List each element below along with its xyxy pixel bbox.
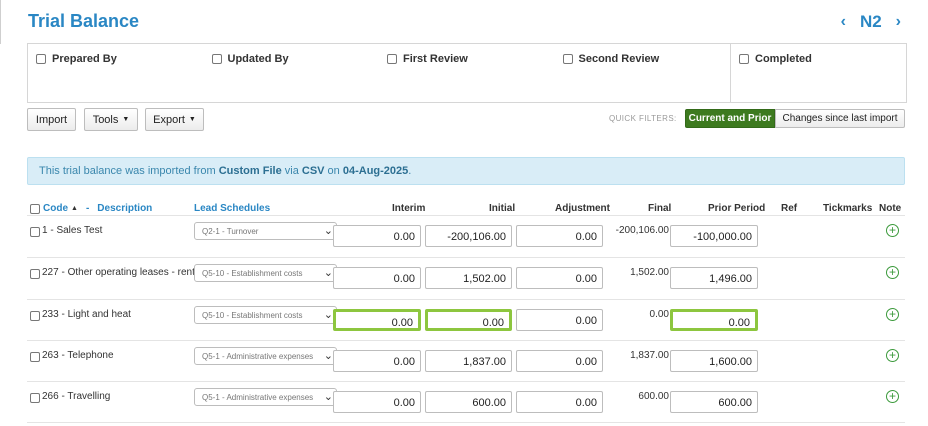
add-note-icon[interactable]: +: [886, 266, 899, 279]
initial-input[interactable]: 1,837.00: [425, 350, 512, 372]
table-row: 227 - Other operating leases - rent Q5-1…: [27, 257, 905, 299]
lead-schedule-select[interactable]: Q2-1 - Turnover ⌄: [194, 222, 337, 240]
initial-input[interactable]: 600.00: [425, 391, 512, 413]
table-row: 1 - Sales Test Q2-1 - Turnover ⌄ 0.00 -20…: [27, 215, 905, 257]
account-label: 1 - Sales Test: [42, 225, 103, 236]
account-label: 266 - Travelling: [42, 391, 111, 402]
lead-schedule-select[interactable]: Q5-10 - Establishment costs ⌄: [194, 306, 337, 324]
header-initial: Initial: [489, 203, 516, 214]
prior-period-input[interactable]: -100,000.00: [670, 225, 758, 247]
checkbox[interactable]: [387, 54, 397, 64]
checkbox[interactable]: [36, 54, 46, 64]
row-checkbox[interactable]: [30, 227, 40, 237]
adjustment-input[interactable]: 0.00: [516, 350, 603, 372]
signoff-prepared-by[interactable]: Prepared By: [28, 44, 204, 102]
header-lead-schedules[interactable]: Lead Schedules: [194, 203, 270, 214]
add-note-icon[interactable]: +: [886, 308, 899, 321]
initial-input[interactable]: 1,502.00: [425, 267, 512, 289]
filter-current-and-prior[interactable]: Current and Prior: [685, 109, 775, 128]
header-code[interactable]: Code ▲ - Description: [30, 203, 152, 214]
header-adjustment: Adjustment: [555, 203, 610, 214]
final-value: 600.00: [638, 391, 669, 402]
interim-input[interactable]: 0.00: [333, 391, 421, 413]
header-prior-period: Prior Period: [708, 203, 766, 214]
header-tickmarks: Tickmarks: [823, 203, 873, 214]
add-note-icon[interactable]: +: [886, 390, 899, 403]
lead-schedule-select[interactable]: Q5-10 - Establishment costs ⌄: [194, 264, 337, 282]
checkbox[interactable]: [739, 54, 749, 64]
header-note: Note: [879, 203, 902, 214]
signoff-panel: Prepared By Updated By First Review Seco…: [27, 43, 907, 103]
final-value: 1,837.00: [630, 350, 669, 361]
table-row: 233 - Light and heat Q5-10 - Establishme…: [27, 299, 905, 341]
account-label: 233 - Light and heat: [42, 309, 131, 320]
signoff-second-review[interactable]: Second Review: [555, 44, 731, 102]
table-row: 266 - Travelling Q5-1 - Administrative e…: [27, 381, 905, 423]
initial-input[interactable]: 0.00: [425, 309, 512, 331]
prior-period-input[interactable]: 0.00: [670, 309, 758, 331]
signoff-completed[interactable]: Completed: [730, 44, 906, 102]
row-checkbox[interactable]: [30, 269, 40, 279]
interim-input[interactable]: 0.00: [333, 267, 421, 289]
account-label: 263 - Telephone: [42, 350, 114, 361]
checkbox[interactable]: [562, 54, 573, 64]
caret-down-icon: ▼: [122, 116, 130, 123]
quick-filters-label: QUICK FILTERS:: [609, 114, 677, 123]
interim-input[interactable]: 0.00: [333, 309, 421, 331]
final-value: -200,106.00: [615, 225, 669, 236]
tools-button[interactable]: Tools ▼: [84, 108, 138, 131]
table-row: 263 - Telephone Q5-1 - Administrative ex…: [27, 340, 905, 382]
signoff-updated-by[interactable]: Updated By: [204, 44, 380, 102]
row-checkbox[interactable]: [30, 393, 40, 403]
select-all-checkbox[interactable]: [30, 204, 40, 214]
page-title: Trial Balance: [28, 11, 140, 31]
add-note-icon[interactable]: +: [886, 349, 899, 362]
checkbox[interactable]: [211, 54, 222, 64]
record-navigator: ‹ N2 ›: [841, 12, 901, 32]
chevron-down-icon: ⌄: [323, 267, 333, 279]
row-checkbox[interactable]: [30, 311, 40, 321]
row-checkbox[interactable]: [30, 352, 40, 362]
final-value: 0.00: [649, 309, 669, 320]
interim-input[interactable]: 0.00: [333, 225, 421, 247]
chevron-down-icon: ⌄: [323, 309, 333, 321]
prior-period-input[interactable]: 1,496.00: [670, 267, 758, 289]
signoff-first-review[interactable]: First Review: [379, 44, 555, 102]
left-divider: [0, 0, 1, 44]
prior-period-input[interactable]: 600.00: [670, 391, 758, 413]
adjustment-input[interactable]: 0.00: [516, 309, 603, 331]
import-info-banner: This trial balance was imported from Cus…: [27, 157, 905, 185]
header-interim: Interim: [392, 203, 426, 214]
chevron-down-icon: ⌄: [323, 391, 333, 403]
interim-input[interactable]: 0.00: [333, 350, 421, 372]
adjustment-input[interactable]: 0.00: [516, 225, 603, 247]
caret-down-icon: ▼: [188, 116, 196, 123]
account-label: 227 - Other operating leases - rent: [42, 267, 195, 278]
prior-period-input[interactable]: 1,600.00: [670, 350, 758, 372]
export-button[interactable]: Export ▼: [145, 108, 204, 131]
import-button[interactable]: Import: [27, 108, 76, 131]
current-code: N2: [859, 12, 882, 31]
filter-changes-since-import[interactable]: Changes since last import: [775, 109, 905, 128]
header-description[interactable]: Description: [97, 203, 152, 214]
lead-schedule-select[interactable]: Q5-1 - Administrative expenses ⌄: [194, 388, 337, 406]
initial-input[interactable]: -200,106.00: [425, 225, 512, 247]
final-value: 1,502.00: [630, 267, 669, 278]
adjustment-input[interactable]: 0.00: [516, 267, 603, 289]
header-ref: Ref: [781, 203, 798, 214]
add-note-icon[interactable]: +: [886, 224, 899, 237]
chevron-down-icon: ⌄: [323, 225, 333, 237]
chevron-down-icon: ⌄: [323, 350, 333, 362]
adjustment-input[interactable]: 0.00: [516, 391, 603, 413]
table-bottom-border: [27, 422, 905, 423]
chevron-right-icon[interactable]: ›: [896, 13, 901, 31]
header-final: Final: [648, 203, 672, 214]
sort-asc-icon: ▲: [71, 205, 78, 212]
chevron-left-icon[interactable]: ‹: [841, 13, 846, 31]
lead-schedule-select[interactable]: Q5-1 - Administrative expenses ⌄: [194, 347, 337, 365]
